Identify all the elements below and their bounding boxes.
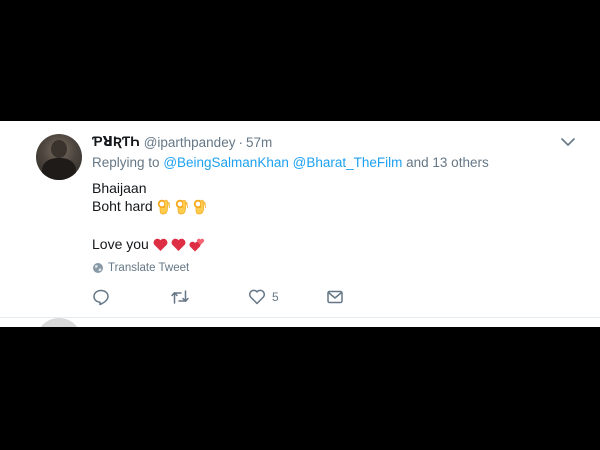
retweet-icon bbox=[171, 290, 189, 304]
avatar[interactable] bbox=[36, 134, 82, 180]
replying-to-line: Replying to @BeingSalmanKhan @Bharat_The… bbox=[92, 155, 489, 170]
red-heart-emoji bbox=[171, 239, 186, 252]
tweet-divider bbox=[0, 317, 600, 318]
replying-to-others[interactable]: and 13 others bbox=[406, 155, 489, 170]
tweet-timestamp[interactable]: 57m bbox=[246, 135, 272, 150]
display-name[interactable]: ƤꓤƦƬҺ bbox=[92, 134, 140, 150]
tweet-text-line-1: Bhaijaan bbox=[92, 180, 147, 196]
like-count: 5 bbox=[272, 290, 279, 304]
translate-tweet-link[interactable]: Translate Tweet bbox=[92, 262, 189, 274]
reply-icon bbox=[93, 289, 109, 306]
mention-link-2[interactable]: @Bharat_TheFilm bbox=[293, 155, 403, 170]
replying-to-label: Replying to bbox=[92, 155, 160, 170]
red-heart-emoji bbox=[153, 239, 168, 252]
tweet-text-line-2-label: Boht hard bbox=[92, 198, 153, 214]
tweet-text-line-3: Love you bbox=[92, 236, 205, 252]
translate-tweet-label[interactable]: Translate Tweet bbox=[108, 262, 189, 274]
avatar-body bbox=[42, 158, 76, 180]
ok-hand-emoji bbox=[193, 199, 206, 215]
next-tweet-avatar[interactable] bbox=[36, 318, 82, 327]
chevron-down-icon[interactable] bbox=[560, 136, 576, 148]
reply-button[interactable] bbox=[92, 288, 110, 306]
heart-emoji-group bbox=[153, 238, 205, 252]
two-hearts-emoji bbox=[189, 239, 204, 252]
ok-hand-emoji bbox=[175, 199, 188, 215]
globe-icon bbox=[93, 263, 103, 273]
ok-hand-emoji bbox=[157, 199, 170, 215]
heart-icon bbox=[248, 289, 266, 305]
message-button[interactable] bbox=[326, 288, 344, 306]
avatar-head bbox=[51, 140, 67, 158]
user-handle[interactable]: @iparthpandey bbox=[144, 135, 236, 150]
tweet-text-line-3-label: Love you bbox=[92, 236, 149, 252]
header-separator: · bbox=[238, 134, 243, 150]
like-button[interactable]: 5 bbox=[248, 288, 279, 306]
message-icon bbox=[327, 290, 343, 304]
retweet-button[interactable] bbox=[170, 288, 190, 306]
tweet-actions: 5 bbox=[92, 288, 512, 310]
tweet-text-line-2: Boht hard bbox=[92, 198, 208, 215]
tweet-header: ƤꓤƦƬҺ @iparthpandey · 57m bbox=[92, 133, 272, 151]
ok-hand-emoji-group bbox=[157, 199, 208, 215]
mention-link-1[interactable]: @BeingSalmanKhan bbox=[163, 155, 289, 170]
